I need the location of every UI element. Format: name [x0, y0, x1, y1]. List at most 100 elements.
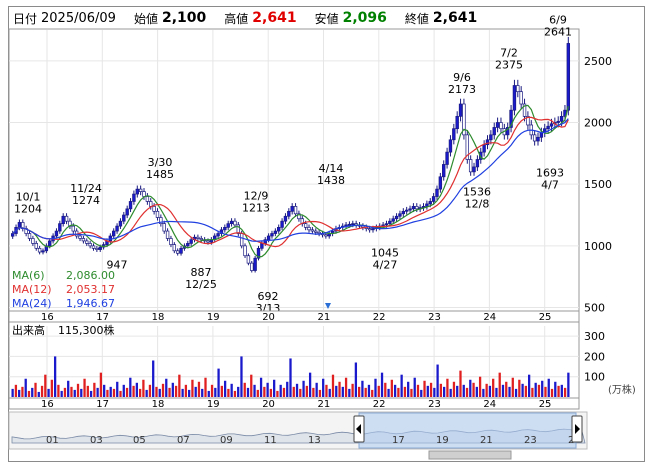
volume-bar [390, 379, 393, 397]
volume-bar [132, 385, 135, 397]
volume-xtick-label: 20 [262, 399, 275, 410]
volume-bar [292, 386, 295, 397]
current-marker-icon [325, 303, 331, 309]
candle-body [172, 244, 177, 252]
volume-bar [436, 364, 439, 397]
volume-bar [109, 386, 112, 397]
candle-body [10, 233, 15, 237]
annotation-value: 1204 [14, 203, 42, 216]
volume-bar [174, 385, 178, 397]
volume-bar [400, 374, 403, 397]
volume-bar [112, 388, 116, 397]
candle-body [435, 188, 439, 197]
candle-body [71, 225, 75, 232]
volume-bar [367, 384, 371, 397]
volume-bar [358, 386, 361, 397]
volume-bar [531, 387, 534, 397]
volume-xtick-label: 25 [539, 399, 552, 410]
ma12-value: 2,053.17 [66, 283, 115, 296]
volume-bar [161, 383, 165, 397]
candle-body [179, 247, 183, 254]
candle-body [307, 227, 311, 231]
candle-body [442, 164, 446, 178]
volume-bar [475, 386, 478, 397]
volume-bar [426, 385, 429, 397]
price-ytick-label: 500 [584, 302, 605, 315]
volume-bar [37, 391, 40, 397]
volume-bar [31, 387, 34, 397]
price-xtick-label: 19 [207, 312, 220, 323]
candle-body [206, 240, 210, 243]
candle-body [125, 208, 129, 216]
candle-body [303, 223, 308, 228]
volume-bar [554, 381, 557, 397]
volume-bar [397, 387, 400, 397]
candle-body [229, 220, 234, 225]
navigator-xtick-label: 21 [480, 435, 493, 446]
price-xtick-label: 17 [96, 312, 109, 323]
volume-bar [465, 387, 469, 397]
candle-body [58, 223, 62, 232]
annotation-date: 12/25 [185, 278, 217, 291]
candle-body [280, 220, 284, 228]
ma12-label: MA(12) [12, 283, 52, 296]
volume-bar [393, 384, 397, 397]
volume-bar [420, 389, 423, 397]
navigator-xtick-label: 07 [177, 435, 190, 446]
candle-body [250, 262, 254, 271]
candle-body [138, 188, 143, 192]
candle-body [162, 223, 166, 232]
candle-body [431, 196, 436, 202]
volume-bar [295, 383, 299, 397]
volume-bar [44, 374, 47, 397]
candle-body [559, 115, 564, 122]
volume-bar [351, 383, 354, 397]
candle-body [566, 43, 571, 111]
candle-body [112, 230, 116, 237]
candle-body [408, 208, 412, 211]
volume-bar [135, 382, 139, 397]
volume-bar [557, 385, 560, 397]
candle-body [556, 120, 560, 123]
candle-body [91, 245, 96, 249]
candle-body [546, 125, 550, 130]
annotation-value: 1485 [146, 168, 174, 181]
volume-bar [250, 374, 253, 397]
annotation-date: 4/7 [541, 178, 559, 191]
volume-bar [243, 382, 246, 397]
volume-bar [315, 382, 318, 397]
volume-bar [27, 390, 31, 397]
candle-body [482, 144, 486, 153]
volume-bar [344, 377, 348, 397]
volume-bar [76, 383, 80, 397]
volume-bar [403, 386, 407, 397]
volume-bar [488, 385, 492, 397]
candle-body [149, 201, 153, 207]
candle-body [468, 159, 473, 173]
volume-bar [335, 385, 338, 397]
candle-body [31, 238, 35, 244]
price-xtick-label: 23 [428, 312, 441, 323]
candle-body [142, 191, 146, 197]
volume-bar [152, 360, 155, 397]
candle-body [489, 134, 493, 141]
candle-body [270, 233, 274, 237]
candle-body [384, 223, 389, 226]
volume-bar [99, 372, 103, 397]
volume-bar [341, 386, 344, 397]
candle-body [266, 235, 271, 241]
navigator-xtick-label: 19 [436, 435, 449, 446]
volume-bar [305, 385, 308, 397]
volume-bar [322, 378, 325, 397]
candle-body [243, 245, 247, 257]
volume-bar [269, 388, 273, 397]
volume-bar [142, 379, 145, 397]
volume-bar [567, 372, 570, 397]
volume-bar [47, 388, 50, 397]
price-xtick-label: 22 [373, 312, 386, 323]
navigator-scrollbar[interactable] [428, 450, 512, 460]
candle-body [415, 206, 419, 210]
volume-bar [34, 382, 37, 397]
volume-bar [122, 384, 125, 397]
candle-body [260, 243, 264, 249]
